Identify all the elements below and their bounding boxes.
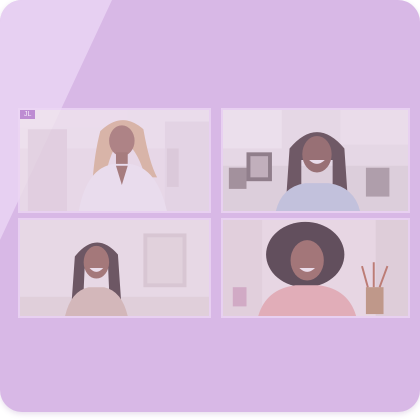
participant-tile-1[interactable]: JL	[18, 108, 211, 213]
participant-video-3	[20, 220, 209, 316]
participant-name-tag: JL	[20, 110, 36, 119]
participant-video-2	[223, 110, 408, 211]
participant-tile-2[interactable]	[221, 108, 410, 213]
participant-video-4	[223, 220, 408, 316]
participant-video-1	[20, 110, 209, 211]
participant-grid: JL	[18, 108, 410, 318]
participant-tile-4[interactable]	[221, 218, 410, 318]
participant-tile-3[interactable]	[18, 218, 211, 318]
video-call-window: JL	[0, 0, 420, 412]
